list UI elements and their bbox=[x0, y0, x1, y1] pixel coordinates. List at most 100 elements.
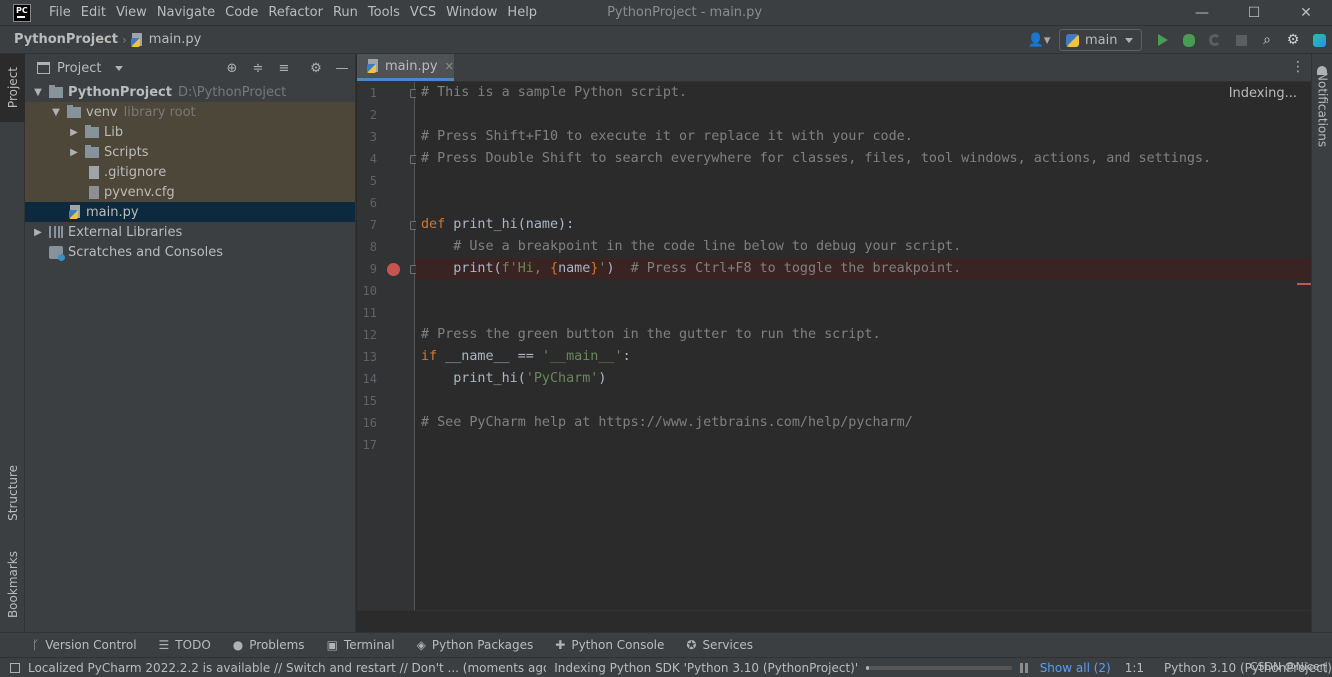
menu-window[interactable]: Window bbox=[441, 0, 502, 25]
tree-row-venv[interactable]: ▼ venv library root bbox=[25, 102, 355, 122]
stop-button[interactable] bbox=[1228, 26, 1254, 54]
tool-tab-project[interactable]: Project bbox=[0, 54, 25, 122]
line-number: 10 bbox=[362, 284, 377, 298]
status-message[interactable]: Localized PyCharm 2022.2.2 is available … bbox=[28, 661, 546, 675]
tool-tab-label: Problems bbox=[249, 638, 305, 652]
tab-main-py-label: main.py bbox=[385, 58, 438, 74]
tree-row-gitignore[interactable]: .gitignore bbox=[25, 162, 355, 182]
tool-tab-python-packages[interactable]: ◈ Python Packages bbox=[417, 638, 534, 652]
code-text: print_hi(name): bbox=[445, 217, 575, 232]
debug-button[interactable] bbox=[1176, 26, 1202, 54]
tool-tab-bookmarks[interactable]: Bookmarks bbox=[0, 542, 25, 628]
tool-tab-structure[interactable]: Structure bbox=[0, 454, 25, 532]
pause-icon[interactable] bbox=[1019, 662, 1028, 673]
tool-tab-todo[interactable]: ☰ TODO bbox=[159, 638, 211, 652]
run-with-coverage-button[interactable] bbox=[1202, 26, 1228, 54]
line-number: 6 bbox=[369, 196, 377, 210]
chevron-down-icon[interactable]: ▼ bbox=[31, 87, 45, 98]
project-panel-title[interactable]: Project bbox=[57, 61, 101, 76]
settings-button[interactable]: ⚙ bbox=[1280, 26, 1306, 54]
console-icon: ✚ bbox=[555, 638, 566, 652]
breadcrumb-file[interactable]: main.py bbox=[149, 32, 202, 47]
expand-all-icon[interactable]: ≑ bbox=[245, 61, 271, 76]
tool-tab-label: Terminal bbox=[343, 638, 395, 652]
menu-vcs[interactable]: VCS bbox=[405, 0, 441, 25]
locate-file-icon[interactable]: ⊕ bbox=[219, 61, 245, 76]
tool-tab-python-console[interactable]: ✚ Python Console bbox=[555, 638, 664, 652]
tree-row-scripts[interactable]: ▶ Scripts bbox=[25, 142, 355, 162]
menu-run[interactable]: Run bbox=[328, 0, 363, 25]
menu-refactor[interactable]: Refactor bbox=[263, 0, 328, 25]
editor-gutter[interactable]: 1 2 3 4 5 6 7 8 9 10 11 12 13 14 15 16 1… bbox=[357, 82, 418, 610]
packages-icon: ◈ bbox=[416, 638, 426, 652]
tree-row-scratches[interactable]: Scratches and Consoles bbox=[25, 242, 355, 262]
tree-row-lib[interactable]: ▶ Lib bbox=[25, 122, 355, 142]
pycharm-logo-icon: PC bbox=[13, 3, 31, 22]
menu-view[interactable]: View bbox=[111, 0, 152, 25]
code-text: __name__ == bbox=[437, 349, 542, 364]
breadcrumb-project[interactable]: PythonProject bbox=[14, 32, 118, 47]
tool-tab-notifications-label: Notifications bbox=[1315, 72, 1330, 148]
tool-tab-version-control[interactable]: ᚴ Version Control bbox=[32, 638, 137, 652]
code-editor[interactable]: # This is a sample Python script. # Pres… bbox=[416, 82, 1311, 610]
line-number: 2 bbox=[369, 108, 377, 122]
chevron-right-icon[interactable]: ▶ bbox=[67, 147, 81, 158]
tree-row-project-root[interactable]: ▼ PythonProject D:\PythonProject bbox=[25, 82, 355, 102]
maximize-button[interactable]: ☐ bbox=[1228, 0, 1280, 25]
indexing-progress-fill bbox=[866, 665, 870, 670]
tree-row-main-py[interactable]: main.py bbox=[25, 202, 355, 222]
search-everywhere-button[interactable]: ⌕ bbox=[1254, 26, 1280, 54]
tool-tab-notifications[interactable]: Notifications bbox=[1312, 58, 1332, 158]
terminal-icon: ▣ bbox=[326, 638, 338, 652]
background-task-label[interactable]: Indexing Python SDK 'Python 3.10 (Python… bbox=[554, 661, 858, 675]
tab-main-py[interactable]: main.py ✕ bbox=[357, 54, 454, 81]
bell-icon bbox=[1317, 66, 1327, 75]
user-account-icon[interactable]: 👤▾ bbox=[1025, 33, 1053, 48]
code-with-me-button[interactable] bbox=[1306, 26, 1332, 54]
minimize-button[interactable]: — bbox=[1176, 0, 1228, 25]
chevron-right-icon[interactable]: ▶ bbox=[31, 227, 45, 238]
show-all-tasks-link[interactable]: Show all (2) bbox=[1040, 661, 1111, 675]
more-vertical-icon[interactable]: ⋮ bbox=[1291, 59, 1305, 75]
code-text: print( bbox=[421, 261, 502, 276]
caret-position[interactable]: 1:1 bbox=[1125, 661, 1144, 675]
tool-tab-services[interactable]: ✪ Services bbox=[686, 638, 753, 652]
close-icon[interactable]: ✕ bbox=[445, 60, 454, 73]
tool-tab-bookmarks-label: Bookmarks bbox=[5, 551, 20, 619]
folder-icon bbox=[49, 84, 63, 98]
menu-help[interactable]: Help bbox=[502, 0, 542, 25]
project-tree: ▼ PythonProject D:\PythonProject ▼ venv … bbox=[25, 82, 355, 262]
line-number: 13 bbox=[362, 350, 377, 364]
hide-panel-icon[interactable]: — bbox=[329, 61, 355, 76]
ignore-file-icon bbox=[89, 165, 99, 179]
folder-icon bbox=[67, 104, 81, 118]
menu-navigate[interactable]: Navigate bbox=[152, 0, 220, 25]
tree-row-pyvenv[interactable]: pyvenv.cfg bbox=[25, 182, 355, 202]
code-line-12: # Press the green button in the gutter t… bbox=[416, 324, 1311, 346]
tool-tab-terminal[interactable]: ▣ Terminal bbox=[327, 638, 395, 652]
menu-edit[interactable]: Edit bbox=[76, 0, 111, 25]
error-stripe-marker[interactable] bbox=[1297, 283, 1311, 285]
close-window-button[interactable]: ✕ bbox=[1280, 0, 1332, 25]
python-logo-icon bbox=[1066, 33, 1079, 47]
library-icon bbox=[49, 226, 63, 238]
chevron-down-icon[interactable]: ▼ bbox=[49, 107, 63, 118]
tree-row-external-libraries[interactable]: ▶ External Libraries bbox=[25, 222, 355, 242]
tree-pyvenv-name: pyvenv.cfg bbox=[104, 184, 175, 200]
tool-tab-problems[interactable]: ● Problems bbox=[233, 638, 305, 652]
run-button[interactable] bbox=[1150, 26, 1176, 54]
python-file-icon bbox=[69, 205, 82, 219]
menu-tools[interactable]: Tools bbox=[363, 0, 405, 25]
toggle-tool-windows-icon[interactable] bbox=[10, 662, 20, 673]
gear-icon[interactable]: ⚙ bbox=[303, 61, 329, 76]
chevron-down-icon[interactable] bbox=[115, 65, 124, 71]
breakpoint-icon[interactable] bbox=[387, 263, 400, 276]
code-line-16: # See PyCharm help at https://www.jetbra… bbox=[416, 412, 1311, 434]
menu-file[interactable]: File bbox=[44, 0, 76, 25]
line-number: 5 bbox=[369, 174, 377, 188]
collapse-all-icon[interactable]: ≡ bbox=[271, 61, 297, 76]
menu-code[interactable]: Code bbox=[220, 0, 263, 25]
editor-bottom-area bbox=[357, 610, 1311, 632]
run-configuration-select[interactable]: main bbox=[1059, 29, 1142, 51]
chevron-right-icon[interactable]: ▶ bbox=[67, 127, 81, 138]
